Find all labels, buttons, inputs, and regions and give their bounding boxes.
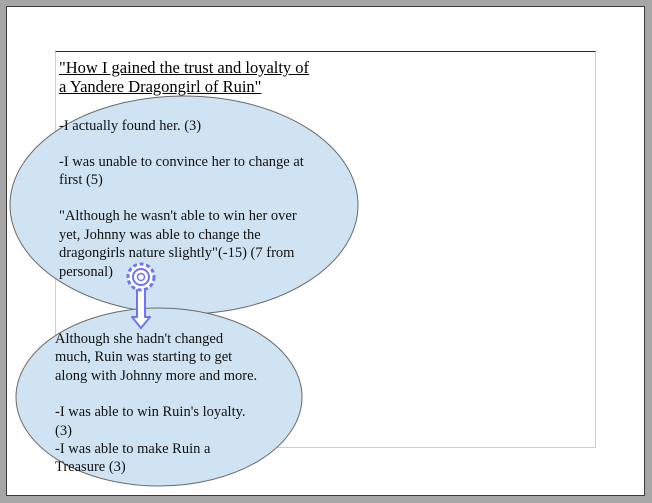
document-title-line-1: "How I gained the trust and loyalty of xyxy=(59,58,310,77)
top-bubble-line-7: personal) xyxy=(59,264,113,280)
bottom-bubble-line-5: (3) xyxy=(55,423,72,439)
bottom-bubble-line-4: -I was able to win Ruin's loyalty. xyxy=(55,404,246,420)
top-bubble-line-5: yet, Johnny was able to change the xyxy=(59,227,261,243)
bottom-bubble-line-2: much, Ruin was starting to get xyxy=(55,349,233,365)
bottom-bubble-line-6: -I was able to make Ruin a xyxy=(55,441,211,457)
top-bubble-line-1: -I actually found her. (3) xyxy=(59,118,202,134)
bottom-bubble-line-1: Although she hadn't changed xyxy=(55,331,224,347)
top-bubble-line-2: -I was unable to convince her to change … xyxy=(59,154,304,170)
document-title-line-2: a Yandere Dragongirl of Ruin" xyxy=(59,77,262,96)
bottom-bubble-line-7: Treasure (3) xyxy=(55,459,126,475)
top-bubble-line-6: dragongirls nature slightly"(-15) (7 fro… xyxy=(59,245,295,261)
top-bubble-line-3: first (5) xyxy=(59,172,103,188)
bottom-bubble-line-3: along with Johnny more and more. xyxy=(55,368,258,384)
top-bubble-line-4: "Although he wasn't able to win her over xyxy=(59,208,297,224)
